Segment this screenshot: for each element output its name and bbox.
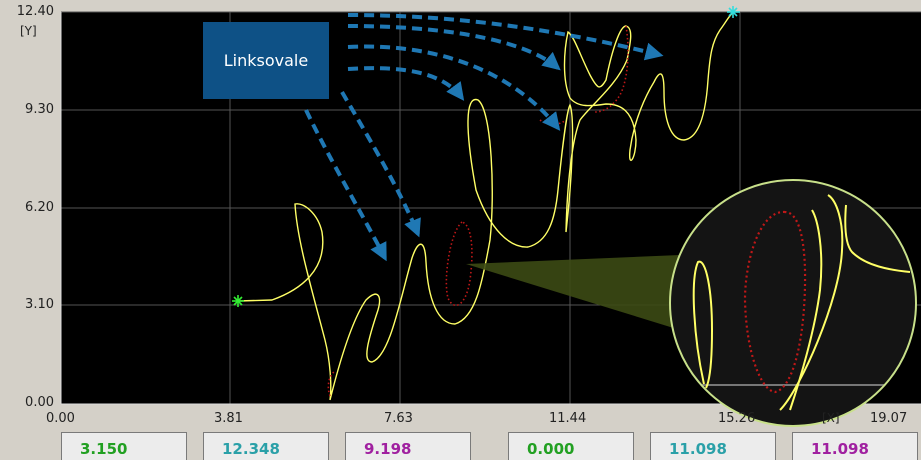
readout-value: 11.098 — [811, 440, 869, 458]
y-tick-label: 0.00 — [25, 395, 54, 410]
x-tick-label: 3.81 — [214, 411, 243, 426]
readout-value: 3.150 — [80, 440, 128, 458]
x-tick-label: 19.07 — [870, 411, 908, 426]
readout-value: 0.000 — [527, 440, 575, 458]
plot-canvas[interactable] — [0, 0, 921, 432]
readout-field: 9.198 — [345, 432, 471, 460]
readout-field: 11.098 — [650, 432, 776, 460]
y-tick-label: 9.30 — [25, 102, 54, 117]
readout-field: 0.000 — [508, 432, 634, 460]
x-tick-label: 11.44 — [549, 411, 587, 426]
x-tick-label: 7.63 — [384, 411, 413, 426]
y-unit-label: [Y] — [20, 24, 37, 38]
x-tick-label: 0.00 — [46, 411, 75, 426]
y-tick-label: 3.10 — [25, 297, 54, 312]
readout-value: 9.198 — [364, 440, 412, 458]
callout-label: Linksovale — [223, 51, 309, 70]
linksovale-callout: Linksovale — [203, 22, 329, 99]
readout-field: 3.150 — [61, 432, 187, 460]
y-tick-label: 6.20 — [25, 200, 54, 215]
x-unit-label: [X] — [822, 411, 840, 425]
x-tick-label: 15.26 — [718, 411, 756, 426]
readout-field: 11.098 — [792, 432, 918, 460]
readout-value: 11.098 — [669, 440, 727, 458]
readout-field: 12.348 — [203, 432, 329, 460]
readout-value: 12.348 — [222, 440, 280, 458]
y-tick-label: 12.40 — [16, 4, 54, 19]
